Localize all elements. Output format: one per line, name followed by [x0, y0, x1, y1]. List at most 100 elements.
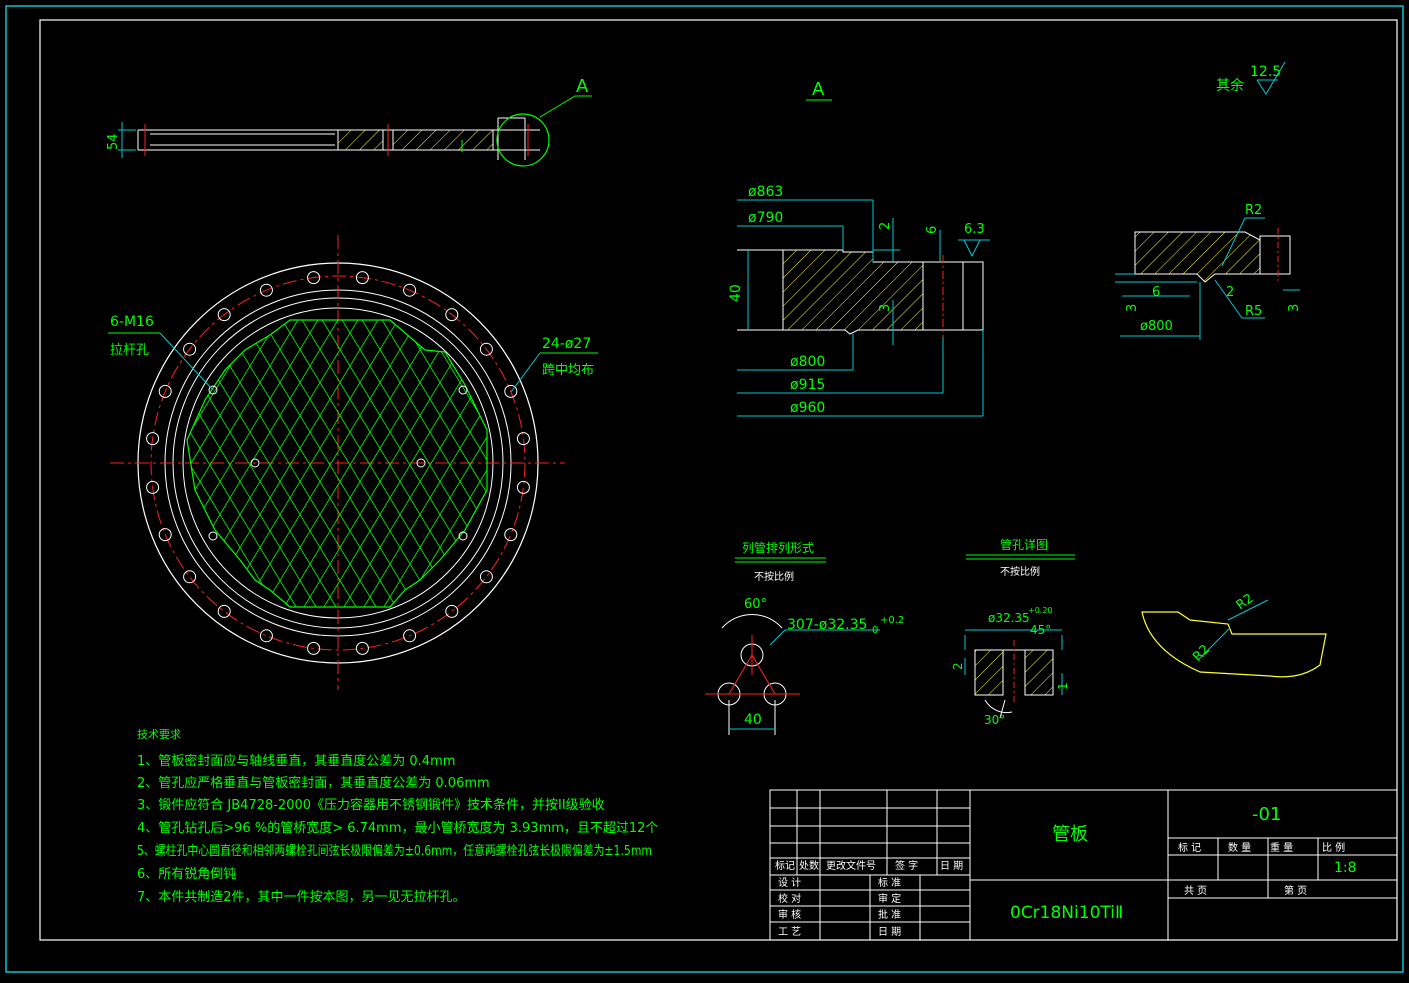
page-total: 共 页 — [1184, 885, 1207, 897]
bolt-hole — [217, 604, 231, 618]
right-header: 标 记 — [1178, 842, 1201, 854]
requirement-item: 6、所有锐角倒钝 — [137, 867, 236, 882]
dim-40: 40 — [728, 284, 744, 302]
tube-pattern-tol-upper: +0.2 — [880, 615, 904, 626]
tube-grid-line — [0, 300, 10, 630]
edge-detail — [1141, 599, 1327, 678]
tube-grid-line — [510, 300, 710, 630]
tube-grid-line — [650, 300, 850, 630]
right-header: 数 量 — [1228, 841, 1251, 854]
tube-hole-title: 管孔详图 — [1000, 537, 1048, 552]
page-current: 第 页 — [1284, 884, 1307, 897]
bolt-hole — [445, 604, 459, 618]
requirements-list: 1、管板密封面应与轴线垂直，其垂直度公差为 0.4mm 2、管孔应严格垂直与管板… — [137, 753, 658, 905]
dim-3: 3 — [878, 304, 893, 312]
bolt-holes-note: 跨中均布 — [542, 363, 594, 378]
tie-rod-name: 拉杆孔 — [110, 343, 149, 358]
tube-pattern-holes: 307-ø32.35 — [787, 617, 867, 633]
right-header: 重 量 — [1270, 841, 1293, 854]
tube-grid-line — [0, 300, 90, 630]
tube-pattern-pitch: 40 — [744, 712, 762, 728]
rev-header: 处数 — [799, 859, 819, 872]
dim-thickness: 54 — [106, 133, 121, 150]
tube-grid-line — [0, 300, 90, 630]
right-header: 比 例 — [1322, 841, 1345, 854]
sign-label: 批 准 — [878, 908, 901, 921]
dim-r5: R5 — [1245, 304, 1262, 319]
tube-hole-tol: +0.20 — [1028, 606, 1053, 615]
sign-label: 审 定 — [878, 892, 901, 905]
detail-a-title: A — [812, 79, 825, 100]
tube-grid-line — [0, 300, 70, 630]
bolt-hole — [504, 528, 518, 542]
tube-grid-line — [187, 320, 191, 607]
tube-pattern-tol-lower: 0 — [872, 625, 878, 636]
tube-grid-line — [0, 300, 110, 630]
tube-grid-line — [187, 320, 271, 607]
detail-a-section — [737, 199, 990, 417]
bolt-hole — [516, 480, 530, 494]
tube-hole-scale: 不按比例 — [1000, 565, 1040, 578]
dim-r2-top: R2 — [1245, 203, 1262, 218]
tube-grid-line — [650, 300, 850, 630]
tube-pattern-title: 列管排列形式 — [742, 540, 814, 555]
sign-label: 标 准 — [878, 877, 901, 889]
dim-3-left: 3 — [1125, 304, 1140, 312]
tube-grid-line — [630, 300, 830, 630]
dim-2-b: 2 — [1226, 285, 1234, 300]
dim-d800: ø800 — [790, 354, 825, 370]
rev-header: 签 字 — [895, 859, 918, 872]
requirement-item: 3、锻件应符合 JB4728-2000《压力容器用不锈钢锻件》技术条件，并按II… — [137, 797, 605, 813]
tube-hole-dia: ø32.35 — [988, 611, 1030, 625]
rev-header: 日 期 — [940, 860, 963, 872]
requirements-heading: 技术要求 — [137, 728, 181, 741]
tube-grid-line — [510, 300, 710, 630]
sign-label: 审 核 — [778, 908, 801, 921]
tube-pattern-scale: 不按比例 — [754, 570, 794, 583]
view-a-label: A — [576, 76, 589, 97]
part-name: 管板 — [1052, 824, 1088, 845]
dim-2: 2 — [878, 222, 893, 230]
tube-grid-line — [187, 320, 271, 607]
tube-hole-sketch — [964, 629, 1063, 719]
tube-grid-line — [0, 300, 50, 630]
dim-d960: ø960 — [790, 400, 825, 416]
material: 0Cr18Ni10TiⅡ — [1010, 903, 1123, 923]
roughness-rest-label: 其余 — [1216, 77, 1244, 94]
requirement-item: 1、管板密封面应与轴线垂直，其垂直度公差为 0.4mm — [137, 753, 455, 769]
sign-label: 设 计 — [778, 876, 801, 889]
tie-rod-label: 6-M16 — [110, 314, 154, 330]
tube-grid-line — [429, 320, 487, 607]
dim-6-b: 6 — [1152, 285, 1160, 300]
dim-d863: ø863 — [748, 184, 783, 200]
tube-pattern-angle: 60° — [744, 597, 767, 612]
tube-grid-line — [0, 300, 30, 630]
edge-r2-top: R2 — [1234, 591, 1257, 613]
tube-grid-line — [187, 320, 191, 607]
main-plan-view — [0, 235, 850, 690]
scale-value: 1:8 — [1334, 860, 1357, 876]
dim-d915: ø915 — [790, 377, 825, 393]
bolt-hole — [183, 570, 197, 584]
bolt-hole — [516, 432, 530, 446]
sign-label: 日 期 — [878, 926, 901, 938]
requirement-item: 7、本件共制造2件，其中一件按本图，另一见无拉杆孔。 — [137, 890, 466, 905]
sign-label: 工 艺 — [778, 926, 801, 938]
tube-grid-line — [187, 320, 251, 607]
roughness-rest-value: 12.5 — [1250, 64, 1281, 80]
tube-grid-line — [187, 320, 251, 607]
bolt-holes-label: 24-ø27 — [542, 336, 591, 352]
tube-grid-line — [570, 300, 770, 630]
dim-d790: ø790 — [748, 210, 783, 226]
top-section-view — [118, 95, 592, 167]
tube-grid-line — [0, 300, 110, 630]
tube-hole-dim-right: 1 — [1056, 682, 1070, 690]
tube-grid-line — [570, 300, 770, 630]
dim-6: 6 — [925, 226, 940, 234]
tube-grid-line — [0, 300, 70, 630]
dim-d800-b: ø800 — [1140, 319, 1173, 334]
cad-drawing: A 54 6-M16 拉杆孔 24-ø27 跨中均布 A ø863 ø790 ø… — [0, 5, 1404, 973]
rev-header: 更改文件号 — [826, 859, 876, 872]
edge-r2-bottom: R2 — [1190, 642, 1213, 665]
roughness-63: 6.3 — [964, 222, 985, 237]
